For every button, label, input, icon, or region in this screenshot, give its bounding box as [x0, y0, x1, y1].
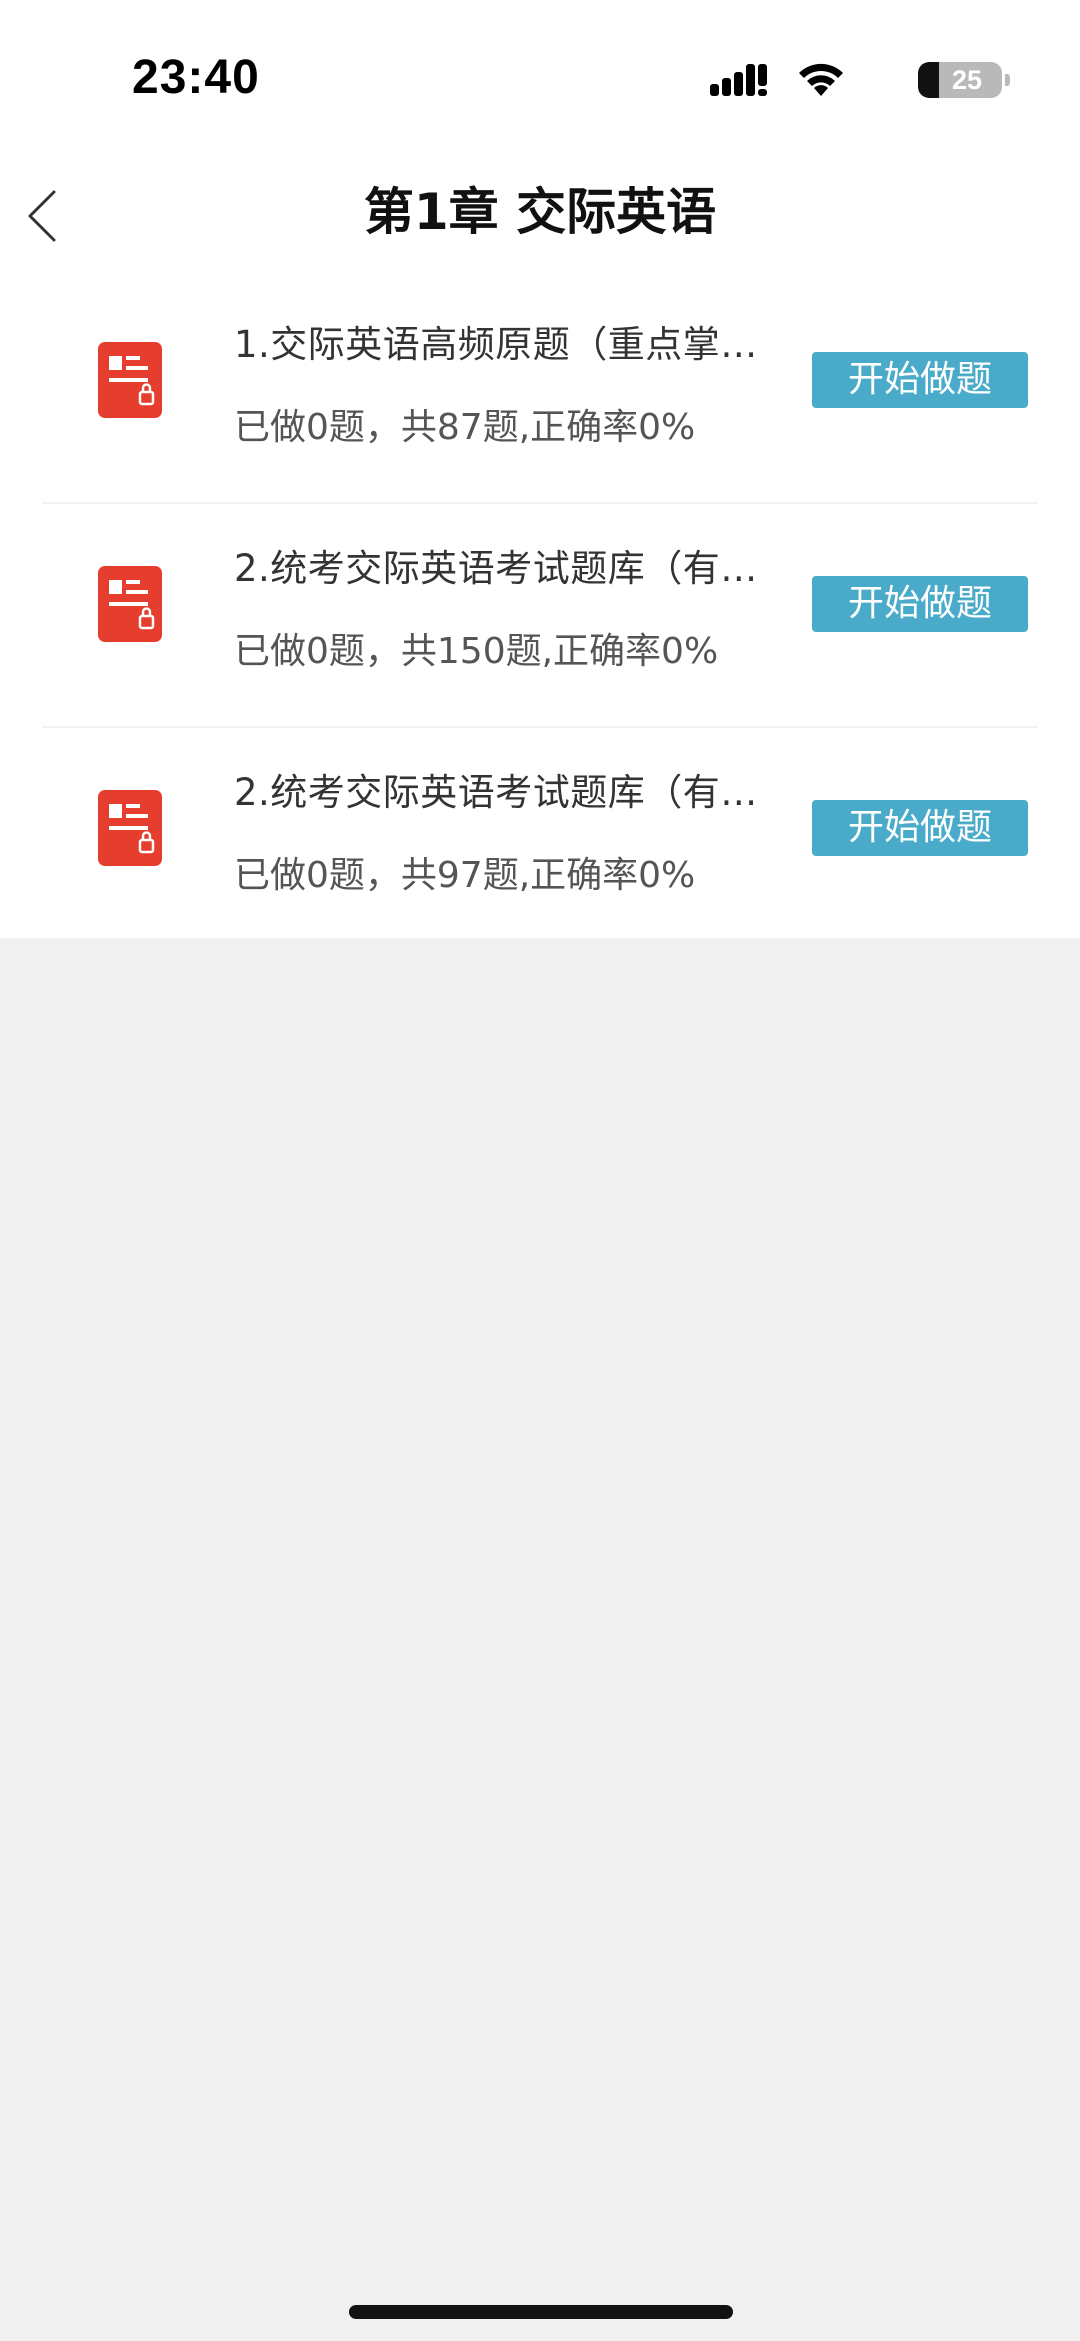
list-item[interactable]: 2.统考交际英语考试题库（有… 已做0题，共97题,正确率0% 开始做题 [0, 728, 1080, 952]
status-icons: 25 [690, 58, 1010, 102]
home-indicator[interactable] [349, 2305, 733, 2319]
item-stats: 已做0题，共150题,正确率0% [234, 631, 719, 672]
screen: 23:40 25 第1章 交际英语 1.交际英语高频原题（重点掌… 已做0题，共… [0, 0, 1080, 2341]
locked-document-icon [98, 790, 162, 866]
list-item[interactable]: 2.统考交际英语考试题库（有… 已做0题，共150题,正确率0% 开始做题 [0, 504, 1080, 728]
wifi-icon [799, 63, 843, 96]
battery-icon: 25 [918, 60, 1010, 100]
item-title: 1.交际英语高频原题（重点掌… [234, 323, 758, 366]
nav-bar: 第1章 交际英语 [0, 150, 1080, 280]
item-stats: 已做0题，共97题,正确率0% [234, 855, 696, 896]
exercise-list: 1.交际英语高频原题（重点掌… 已做0题，共87题,正确率0% 开始做题 2.统… [0, 280, 1080, 952]
item-stats: 已做0题，共87题,正确率0% [234, 407, 696, 448]
list-item[interactable]: 1.交际英语高频原题（重点掌… 已做0题，共87题,正确率0% 开始做题 [0, 280, 1080, 504]
start-button[interactable]: 开始做题 [812, 800, 1028, 856]
item-title: 2.统考交际英语考试题库（有… [234, 547, 758, 590]
locked-document-icon [98, 566, 162, 642]
status-time: 23:40 [132, 51, 260, 104]
locked-document-icon [98, 342, 162, 418]
start-button[interactable]: 开始做题 [812, 352, 1028, 408]
item-title: 2.统考交际英语考试题库（有… [234, 771, 758, 814]
page-title: 第1章 交际英语 [363, 183, 717, 241]
start-button[interactable]: 开始做题 [812, 576, 1028, 632]
status-bar: 23:40 25 [0, 0, 1080, 150]
signal-icon [710, 64, 767, 96]
battery-level: 25 [951, 65, 983, 95]
